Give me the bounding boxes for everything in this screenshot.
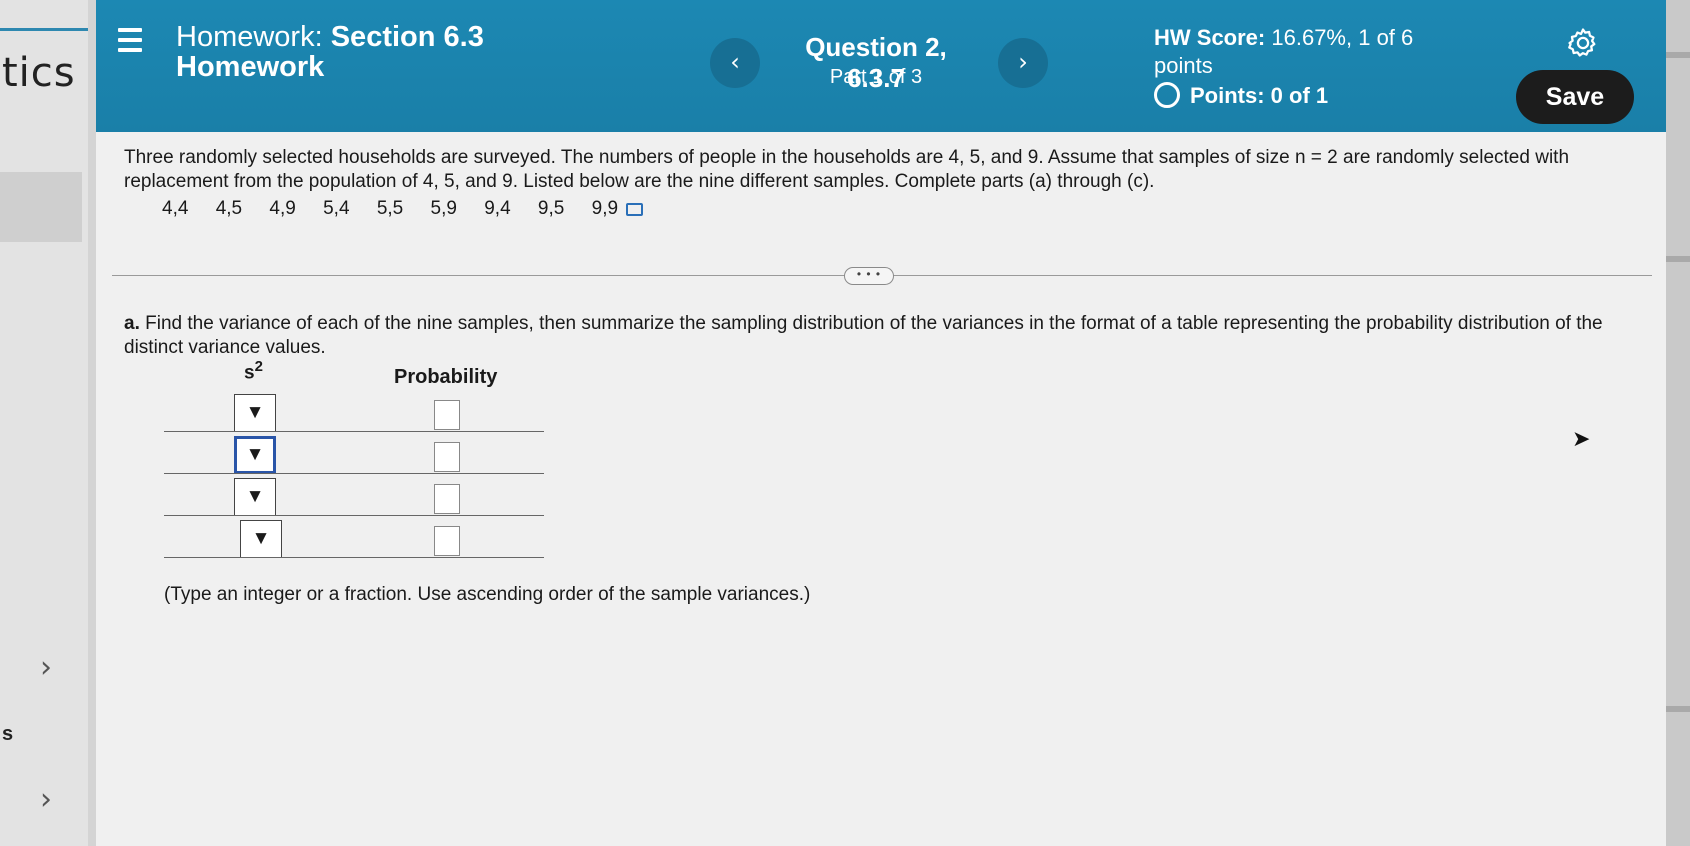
sample-item: 5,9 bbox=[430, 198, 457, 219]
hw-score-value: 16.67%, 1 of 6 bbox=[1271, 25, 1414, 50]
save-button[interactable]: Save bbox=[1516, 70, 1634, 124]
probability-input[interactable] bbox=[434, 484, 460, 514]
assignment-header: Homework: Section 6.3 Homework ‹ Questio… bbox=[96, 0, 1666, 132]
sample-item: 4,4 bbox=[162, 198, 189, 219]
gear-icon[interactable] bbox=[1566, 26, 1600, 60]
probability-input[interactable] bbox=[434, 400, 460, 430]
sample-item: 5,5 bbox=[376, 198, 404, 219]
part-a-label: a. bbox=[124, 313, 140, 334]
edge-mark bbox=[1666, 706, 1690, 712]
part-a-text: Find the variance of each of the nine sa… bbox=[124, 313, 1603, 358]
probability-input[interactable] bbox=[434, 442, 460, 472]
hw-score: HW Score: 16.67%, 1 of 6 points bbox=[1154, 24, 1413, 80]
sidebar-chevron-right-icon[interactable]: › bbox=[40, 782, 52, 817]
probability-input[interactable] bbox=[434, 526, 460, 556]
points-status: Points: 0 of 1 bbox=[1154, 82, 1328, 109]
variance-dropdown[interactable]: ▼ bbox=[234, 478, 276, 516]
sample-list: 4,4 4,5 4,9 5,4 5,5 5,9 9,4 9,5 9,9 bbox=[162, 198, 661, 220]
sample-item: 9,9 bbox=[591, 198, 619, 219]
previous-question-button[interactable]: ‹ bbox=[710, 38, 760, 88]
column-header-variance: s2 bbox=[244, 358, 263, 384]
table-row: ▼ bbox=[164, 390, 544, 432]
sample-item: 9,5 bbox=[537, 198, 565, 219]
copy-data-icon[interactable] bbox=[626, 203, 644, 216]
column-header-probability: Probability bbox=[394, 366, 498, 388]
question-part: Part 1 of 3 bbox=[829, 66, 923, 88]
question-intro: Three randomly selected households are s… bbox=[124, 147, 1570, 192]
table-row: ▼ bbox=[164, 474, 544, 516]
left-sidebar: tics › s › bbox=[0, 0, 88, 846]
sample-item: 4,5 bbox=[215, 198, 243, 219]
variance-dropdown[interactable]: ▼ bbox=[240, 520, 282, 558]
homework-prefix: Homework: bbox=[176, 21, 323, 53]
homework-section: Section 6.3 bbox=[330, 21, 484, 53]
sidebar-item-letter: s bbox=[2, 723, 14, 745]
sample-item: 9,4 bbox=[484, 198, 511, 219]
sidebar-chevron-right-icon[interactable]: › bbox=[40, 650, 52, 685]
sample-item: 5,4 bbox=[323, 198, 350, 219]
points-text: Points: 0 of 1 bbox=[1190, 83, 1329, 108]
question-content: Three randomly selected households are s… bbox=[96, 132, 1666, 846]
next-question-button[interactable]: › bbox=[998, 38, 1048, 88]
part-a-prompt: a. Find the variance of each of the nine… bbox=[124, 312, 1604, 360]
variance-dropdown[interactable]: ▼ bbox=[234, 436, 276, 474]
homework-title: Homework: Section 6.3 Homework bbox=[176, 22, 484, 82]
table-row: ▼ bbox=[164, 516, 544, 558]
expand-more-button[interactable]: • • • bbox=[844, 267, 894, 285]
table-row: ▼ bbox=[164, 432, 544, 474]
sample-item: 4,9 bbox=[269, 198, 296, 219]
hw-score-unit: points bbox=[1154, 53, 1213, 78]
variance-superscript: 2 bbox=[254, 358, 263, 375]
edge-mark bbox=[1666, 256, 1690, 262]
sidebar-course-title: tics bbox=[2, 50, 76, 96]
variance-symbol: s bbox=[244, 362, 255, 384]
hamburger-menu-icon[interactable] bbox=[118, 28, 142, 58]
status-circle-icon bbox=[1154, 82, 1180, 108]
homework-line2: Homework bbox=[176, 51, 325, 83]
answer-hint: (Type an integer or a fraction. Use asce… bbox=[164, 584, 811, 605]
sidebar-accent-line bbox=[0, 28, 88, 31]
hw-score-label: HW Score: bbox=[1154, 25, 1266, 50]
variance-dropdown[interactable]: ▼ bbox=[234, 394, 276, 432]
sidebar-active-item[interactable] bbox=[0, 172, 82, 242]
edge-mark bbox=[1666, 52, 1690, 58]
row-divider bbox=[164, 557, 544, 558]
mouse-cursor-icon: ➤ bbox=[1572, 426, 1591, 451]
right-scroll-edge[interactable] bbox=[1666, 0, 1690, 846]
